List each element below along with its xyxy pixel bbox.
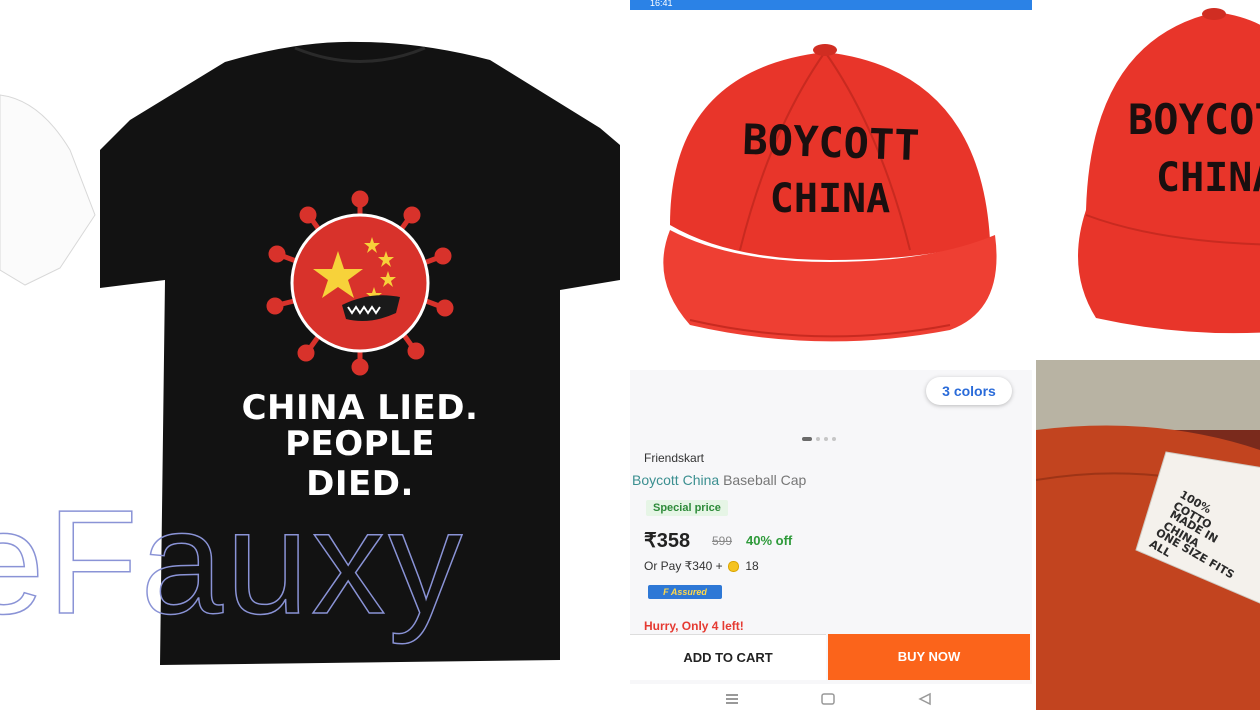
product-screenshot: 16:41 BOYCOTT CHINA 3 colors Friendskart… [630,0,1032,710]
sale-price: ₹358 [644,530,691,552]
title-rest: Baseball Cap [723,472,807,488]
original-price: 599 [712,534,733,548]
back-icon[interactable] [918,692,931,706]
stock-warning: Hurry, Only 4 left! [644,619,744,633]
or-pay-line: Or Pay ₹340 + 18 [644,559,759,573]
cap-closeup-panel: BOYCOT CHINA [1036,0,1260,355]
discount-label: 40% off [746,533,793,548]
assured-badge: F Assured [648,585,722,599]
buy-now-button[interactable]: BUY NOW [828,634,1030,680]
android-nav-bar [630,684,1032,710]
tshirt-panel: CHINA LIED. PEOPLE DIED. eFauxy [0,0,625,710]
title-highlight: Boycott China [632,472,720,488]
seller-name[interactable]: Friendskart [644,451,704,465]
cap-text-line-1: BOYCOTT [741,114,921,171]
cap-crop-line-2: CHINA [1156,155,1260,201]
coin-count: 18 [745,559,759,573]
status-time: 16:41 [650,0,673,8]
label-tag-panel: 100% COTTO MADE IN CHINA ONE SIZE FITS A… [1036,360,1260,710]
product-title: Boycott China Baseball Cap [632,472,806,488]
carousel-dots[interactable] [802,428,840,446]
colors-option-pill[interactable]: 3 colors [926,377,1012,405]
add-to-cart-button[interactable]: ADD TO CART [630,634,826,680]
special-price-badge: Special price [646,500,728,516]
shirt-line-1: CHINA LIED. [241,388,479,428]
cap-crop-line-1: BOYCOT [1128,95,1260,144]
white-tshirt [0,94,96,286]
watermark: eFauxy [0,479,466,646]
menu-icon[interactable] [726,694,738,704]
or-pay-text: Or Pay ₹340 + [644,559,723,573]
home-icon[interactable] [821,693,835,705]
cap-text-line-2: CHINA [769,176,891,222]
status-bar: 16:41 [630,0,1032,10]
supercoin-icon [728,561,740,573]
